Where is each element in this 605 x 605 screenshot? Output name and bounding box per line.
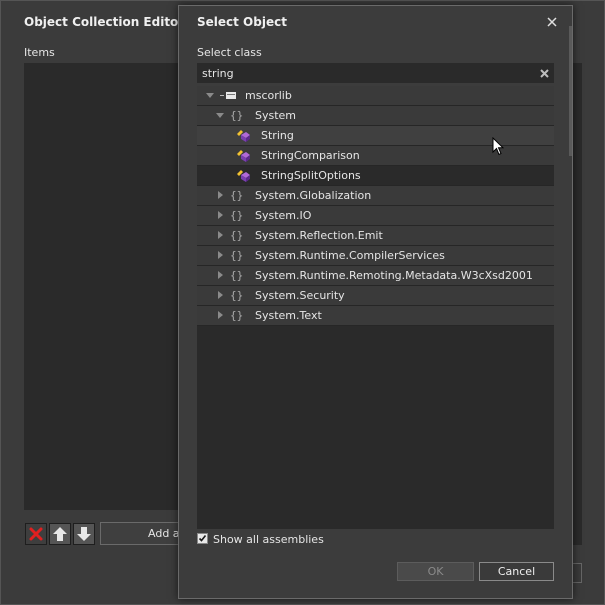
mouse-cursor-icon: [492, 137, 504, 156]
chevron-right-icon[interactable]: [216, 211, 224, 219]
editor-right-button[interactable]: [572, 563, 582, 583]
namespace-icon: {}: [230, 189, 244, 202]
dialog-title: Select Object: [197, 15, 287, 29]
move-down-button[interactable]: [73, 523, 95, 545]
ok-button[interactable]: OK: [397, 562, 474, 581]
tree-item-label: StringComparison: [261, 149, 360, 162]
chevron-right-icon[interactable]: [216, 311, 224, 319]
tree-item-label: System: [255, 109, 297, 122]
namespace-icon: {}: [230, 109, 244, 122]
search-box: [197, 63, 554, 83]
tree-item-label: System.Globalization: [255, 189, 372, 202]
chevron-right-icon[interactable]: [216, 291, 224, 299]
tree-item-label: System.IO: [255, 209, 312, 222]
tree-row-namespace[interactable]: {} System.Runtime.CompilerServices: [197, 246, 554, 266]
tree-item-label: System.Security: [255, 289, 345, 302]
namespace-icon: {}: [230, 309, 244, 322]
checkmark-icon: [198, 535, 207, 542]
namespace-icon: {}: [230, 269, 244, 282]
chevron-right-icon[interactable]: [216, 191, 224, 199]
tree-item-label: mscorlib: [245, 89, 292, 102]
items-label: Items: [24, 46, 55, 59]
chevron-right-icon[interactable]: [216, 271, 224, 279]
tree-item-label: System.Text: [255, 309, 322, 322]
tree-item-label: StringSplitOptions: [261, 169, 361, 182]
arrow-down-icon: [77, 527, 91, 541]
select-object-dialog: Select Object Select class mscorlib{}Sys…: [178, 5, 573, 599]
remove-icon: [29, 527, 43, 541]
class-icon: [237, 170, 250, 182]
row-divider: [197, 325, 554, 326]
chevron-right-icon[interactable]: [216, 251, 224, 259]
items-list[interactable]: [24, 63, 184, 510]
show-all-assemblies-label: Show all assemblies: [213, 533, 324, 546]
class-icon: [237, 150, 250, 162]
editor-properties-panel: [572, 63, 582, 545]
chevron-down-icon[interactable]: [216, 111, 224, 119]
chevron-down-icon[interactable]: [206, 91, 214, 99]
move-up-button[interactable]: [49, 523, 71, 545]
cancel-button[interactable]: Cancel: [479, 562, 554, 581]
namespace-icon: {}: [230, 289, 244, 302]
tree-row-namespace[interactable]: {} System.Text: [197, 306, 554, 326]
assembly-icon: [220, 92, 236, 99]
tree-item-label: System.Runtime.CompilerServices: [255, 249, 445, 262]
tree-row-namespace[interactable]: {} System.Runtime.Remoting.Metadata.W3cXs…: [197, 266, 554, 286]
arrow-up-icon: [53, 527, 67, 541]
close-icon[interactable]: [545, 15, 559, 29]
namespace-icon: {}: [230, 209, 244, 222]
tree-row-namespace[interactable]: {} System: [197, 106, 554, 126]
clear-search-icon[interactable]: [539, 68, 550, 79]
chevron-right-icon[interactable]: [216, 231, 224, 239]
select-class-label: Select class: [197, 46, 262, 59]
tree-item-label: System.Runtime.Remoting.Metadata.W3cXsd2…: [255, 269, 533, 282]
tree-row-namespace[interactable]: {} System.Reflection.Emit: [197, 226, 554, 246]
search-input[interactable]: [202, 66, 532, 80]
tree-row-namespace[interactable]: {} System.Security: [197, 286, 554, 306]
tree-row-namespace[interactable]: {} System.IO: [197, 206, 554, 226]
tree-item-label: System.Reflection.Emit: [255, 229, 383, 242]
show-all-assemblies-checkbox[interactable]: [197, 533, 208, 544]
tree-row-assembly[interactable]: mscorlib: [197, 86, 554, 106]
tree-row-namespace[interactable]: {} System.Globalization: [197, 186, 554, 206]
dialog-scrollbar[interactable]: [569, 26, 572, 156]
tree-item-label: String: [261, 129, 294, 142]
namespace-icon: {}: [230, 229, 244, 242]
namespace-icon: {}: [230, 249, 244, 262]
add-item-button[interactable]: Add a: [100, 522, 190, 545]
tree-row-class[interactable]: StringSplitOptions: [197, 166, 554, 186]
remove-item-button[interactable]: [25, 523, 47, 545]
class-icon: [237, 130, 250, 142]
